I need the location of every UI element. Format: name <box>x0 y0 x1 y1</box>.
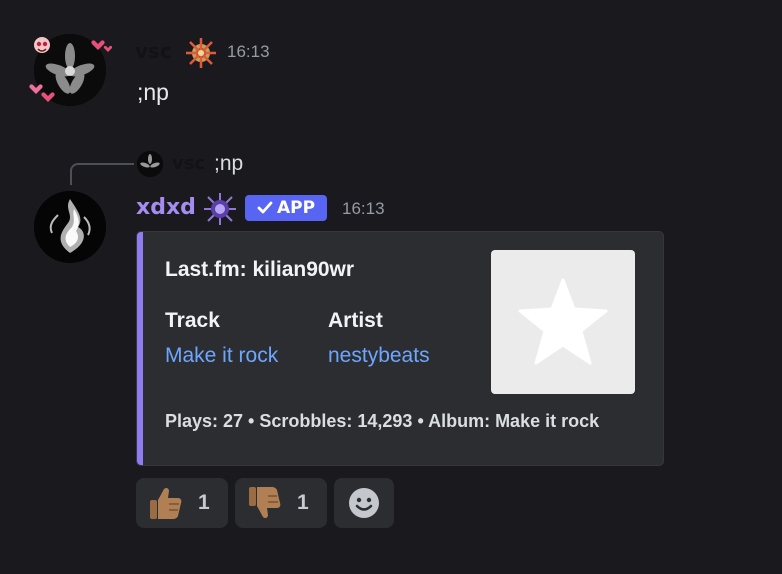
reaction-thumbs-up[interactable]: 1 <box>136 478 228 528</box>
embed-footer: Plays: 27 • Scrobbles: 14,293 • Album: M… <box>165 411 600 431</box>
reaction-count: 1 <box>198 491 210 514</box>
reply-connector <box>70 163 134 185</box>
avatar[interactable] <box>34 34 106 106</box>
field-value-artist-link[interactable]: nestybeats <box>328 344 430 368</box>
message-content: ;np <box>137 79 169 105</box>
bot-author-name[interactable]: xdxd <box>136 195 196 220</box>
checkmark-icon <box>257 201 273 214</box>
add-reaction-icon <box>349 488 379 518</box>
avatar[interactable] <box>34 191 106 263</box>
add-reaction-button[interactable] <box>334 478 394 528</box>
embed-thumbnail[interactable] <box>491 250 635 394</box>
app-badge: APP <box>245 195 327 221</box>
field-name-track: Track <box>165 309 220 332</box>
field-value-track-link[interactable]: Make it rock <box>165 344 278 368</box>
reply-content[interactable]: ;np <box>214 152 243 176</box>
embed-title: Last.fm: kilian90wr <box>165 258 355 281</box>
timestamp: 16:13 <box>227 42 270 61</box>
thumbs-down-icon <box>249 487 281 519</box>
app-badge-label: APP <box>276 198 316 218</box>
reaction-count: 1 <box>297 491 309 514</box>
author-name[interactable]: vsc <box>135 39 172 63</box>
timestamp: 16:13 <box>342 199 385 218</box>
compass-badge-icon[interactable] <box>184 36 218 70</box>
star-icon <box>518 278 608 365</box>
reply-avatar[interactable] <box>137 151 163 177</box>
embed-accent-bar <box>137 232 143 465</box>
field-name-artist: Artist <box>328 309 383 332</box>
reply-author-name[interactable]: vsc <box>172 153 205 174</box>
embed-card: Last.fm: kilian90wr Track Make it rock A… <box>136 231 664 466</box>
thumbs-up-icon <box>150 487 182 519</box>
reaction-thumbs-down[interactable]: 1 <box>235 478 327 528</box>
purple-star-badge-icon[interactable] <box>203 192 237 226</box>
